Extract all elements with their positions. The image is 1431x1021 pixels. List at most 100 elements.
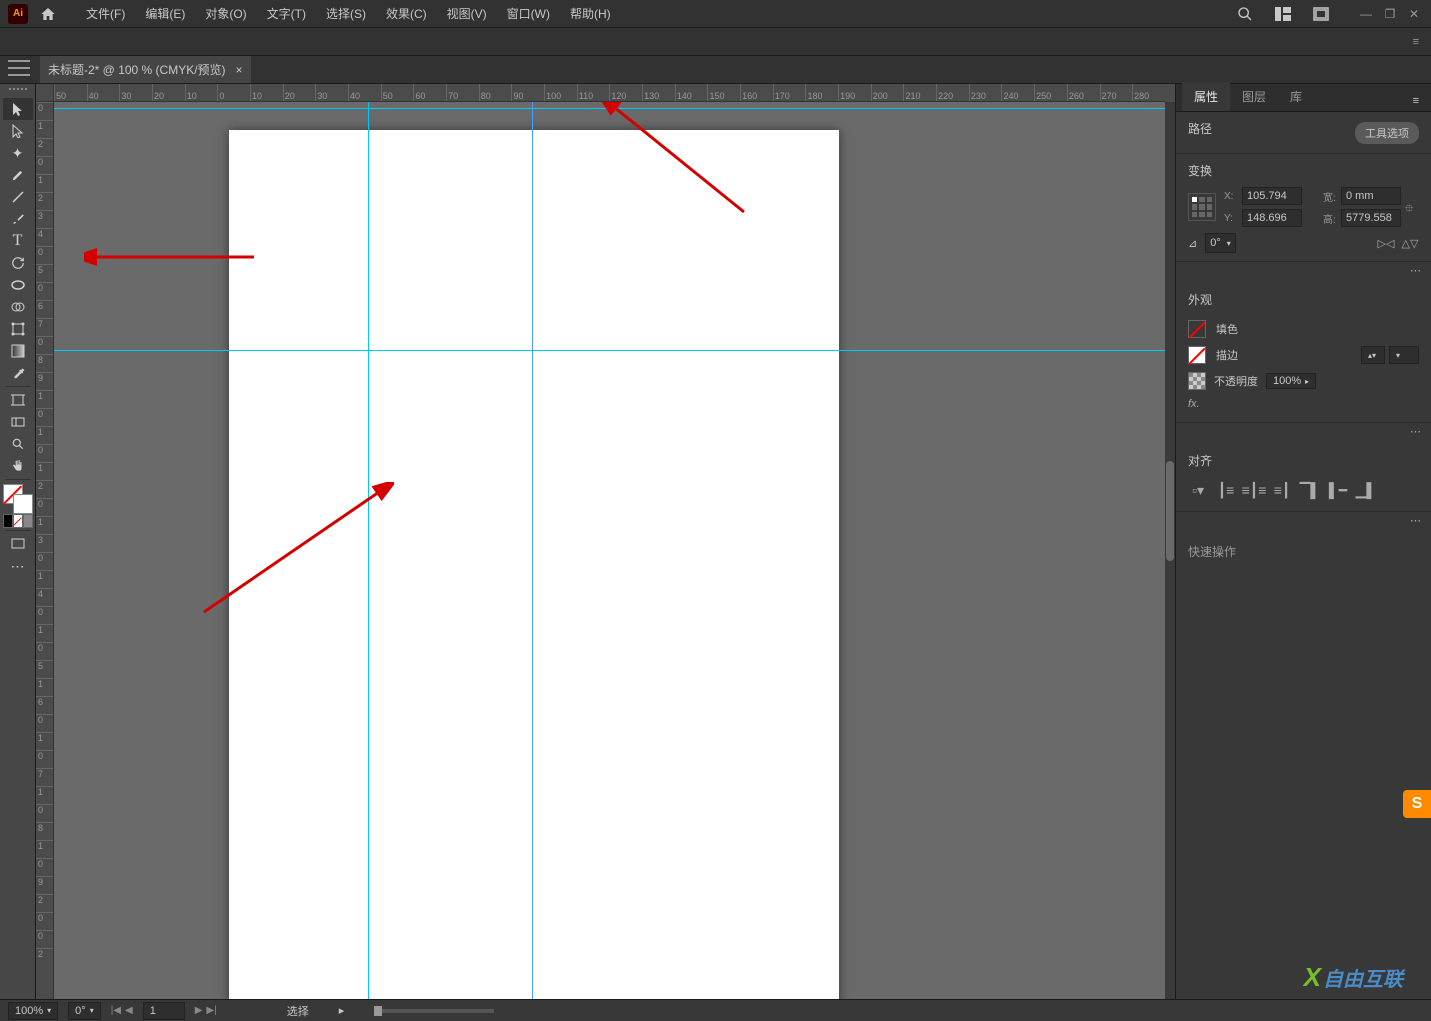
artboard-nav[interactable]: |◀ ◀ <box>111 1005 133 1016</box>
zoom-level-select[interactable]: 100%▾ <box>8 1002 58 1020</box>
home-icon[interactable] <box>38 4 58 24</box>
search-icon[interactable] <box>1231 2 1259 26</box>
menu-object[interactable]: 对象(O) <box>197 1 254 26</box>
align-vcenter-icon[interactable]: ▌━ <box>1328 481 1348 499</box>
next-artboard-icon[interactable]: ▶ <box>195 1005 203 1016</box>
align-right-icon[interactable]: ≡┃ <box>1272 481 1292 499</box>
menu-window[interactable]: 窗口(W) <box>499 1 558 26</box>
shape-builder-tool[interactable] <box>3 296 33 318</box>
y-label: Y: <box>1224 213 1238 224</box>
more-options-icon[interactable]: ⋯ <box>1410 514 1421 527</box>
ellipse-tool[interactable] <box>3 274 33 296</box>
guide-vertical[interactable] <box>368 102 369 999</box>
arrange-documents-icon[interactable] <box>1269 2 1297 26</box>
status-slider[interactable] <box>374 1009 494 1013</box>
sogou-ime-icon[interactable]: S <box>1403 790 1431 818</box>
menu-view[interactable]: 视图(V) <box>439 1 495 26</box>
document-tab[interactable]: 未标题-2* @ 100 % (CMYK/预览) × <box>40 56 251 83</box>
direct-selection-tool[interactable] <box>3 120 33 142</box>
fill-color-swatch[interactable] <box>1188 320 1206 338</box>
rotate-tool[interactable] <box>3 252 33 274</box>
last-artboard-icon[interactable]: ▶| <box>206 1005 216 1016</box>
screen-mode-icon[interactable] <box>3 533 33 555</box>
menu-effect[interactable]: 效果(C) <box>378 1 435 26</box>
type-tool[interactable]: T <box>3 230 33 252</box>
guide-horizontal[interactable] <box>54 108 1165 109</box>
height-input[interactable] <box>1341 209 1401 227</box>
align-bottom-icon[interactable]: ▁▌ <box>1356 481 1376 499</box>
zoom-tool[interactable] <box>3 433 33 455</box>
line-tool[interactable] <box>3 186 33 208</box>
width-input[interactable] <box>1341 187 1401 205</box>
artboard-tool[interactable] <box>3 389 33 411</box>
appearance-section-title: 外观 <box>1188 291 1419 308</box>
gradient-tool[interactable] <box>3 340 33 362</box>
controlbar-menu-icon[interactable]: ≡ <box>1413 36 1419 48</box>
toolbox-grip-icon[interactable] <box>5 88 31 94</box>
vertical-scrollbar[interactable] <box>1165 102 1175 999</box>
y-input[interactable] <box>1242 209 1302 227</box>
stroke-label: 描边 <box>1216 347 1238 363</box>
tab-list-icon[interactable] <box>8 60 30 76</box>
stroke-weight-stepper[interactable]: ▴▾ <box>1361 346 1385 364</box>
canvas-area[interactable]: 5040302010010203040506070809010011012013… <box>36 84 1175 999</box>
hand-tool[interactable] <box>3 455 33 477</box>
stroke-swatch[interactable] <box>13 494 33 514</box>
x-label: X: <box>1224 191 1238 202</box>
eyedropper-tool[interactable] <box>3 362 33 384</box>
artboard-number-input[interactable]: 1 <box>143 1002 185 1020</box>
tab-properties[interactable]: 属性 <box>1182 82 1230 111</box>
tool-options-button[interactable]: 工具选项 <box>1355 122 1419 144</box>
window-minimize-icon[interactable]: — <box>1357 7 1375 21</box>
align-section-title: 对齐 <box>1188 452 1419 469</box>
stroke-profile-select[interactable]: ▾ <box>1389 346 1419 364</box>
color-mode-swatches[interactable] <box>3 514 33 528</box>
artboard[interactable] <box>229 130 839 999</box>
opacity-input[interactable]: 100%▸ <box>1266 373 1316 389</box>
selection-tool[interactable] <box>3 98 33 120</box>
menu-file[interactable]: 文件(F) <box>78 1 133 26</box>
guide-horizontal[interactable] <box>54 350 1165 351</box>
menu-help[interactable]: 帮助(H) <box>562 1 619 26</box>
fx-icon[interactable]: fx. <box>1188 398 1200 410</box>
slice-tool[interactable] <box>3 411 33 433</box>
flip-vertical-icon[interactable]: △▽ <box>1401 235 1419 251</box>
pen-tool[interactable] <box>3 164 33 186</box>
free-transform-tool[interactable] <box>3 318 33 340</box>
window-close-icon[interactable]: ✕ <box>1405 7 1423 21</box>
vertical-ruler[interactable]: 0120123405067089101012013014010516010710… <box>36 102 54 999</box>
menu-edit[interactable]: 编辑(E) <box>137 1 193 26</box>
workspace-icon[interactable] <box>1307 2 1335 26</box>
more-options-icon[interactable]: ⋯ <box>1410 425 1421 438</box>
align-top-icon[interactable]: ▔▌ <box>1300 481 1320 499</box>
fill-stroke-swatches[interactable] <box>3 484 33 514</box>
more-options-icon[interactable]: ⋯ <box>1410 264 1421 277</box>
tab-layers[interactable]: 图层 <box>1230 82 1278 111</box>
tab-libraries[interactable]: 库 <box>1278 82 1314 111</box>
edit-toolbar-icon[interactable]: ⋯ <box>3 555 33 577</box>
menu-type[interactable]: 文字(T) <box>259 1 314 26</box>
stroke-color-swatch[interactable] <box>1188 346 1206 364</box>
artboard-nav[interactable]: ▶▶| <box>195 1005 217 1016</box>
status-expand-icon[interactable]: ▸ <box>339 1004 345 1017</box>
close-tab-icon[interactable]: × <box>236 63 243 77</box>
panel-menu-icon[interactable]: ≡ <box>1409 91 1423 111</box>
align-left-icon[interactable]: ┃≡ <box>1216 481 1236 499</box>
reference-point-icon[interactable] <box>1188 193 1216 221</box>
rotate-angle-select[interactable]: 0°▾ <box>1205 233 1236 253</box>
ruler-origin-icon[interactable] <box>36 84 54 102</box>
horizontal-ruler[interactable]: 5040302010010203040506070809010011012013… <box>54 84 1165 102</box>
guide-vertical[interactable] <box>532 102 533 999</box>
menu-select[interactable]: 选择(S) <box>318 1 374 26</box>
align-hcenter-icon[interactable]: ≡┃≡ <box>1244 481 1264 499</box>
x-input[interactable] <box>1242 187 1302 205</box>
align-to-select[interactable]: ▫▾ <box>1188 481 1208 499</box>
first-artboard-icon[interactable]: |◀ <box>111 1005 121 1016</box>
paintbrush-tool[interactable] <box>3 208 33 230</box>
constrain-proportions-icon[interactable]: ⯐ <box>1405 200 1419 214</box>
magic-wand-tool[interactable]: ✦ <box>3 142 33 164</box>
prev-artboard-icon[interactable]: ◀ <box>125 1005 133 1016</box>
flip-horizontal-icon[interactable]: ▷◁ <box>1377 235 1395 251</box>
rotate-view-select[interactable]: 0°▾ <box>68 1002 101 1020</box>
window-restore-icon[interactable]: ❐ <box>1381 7 1399 21</box>
